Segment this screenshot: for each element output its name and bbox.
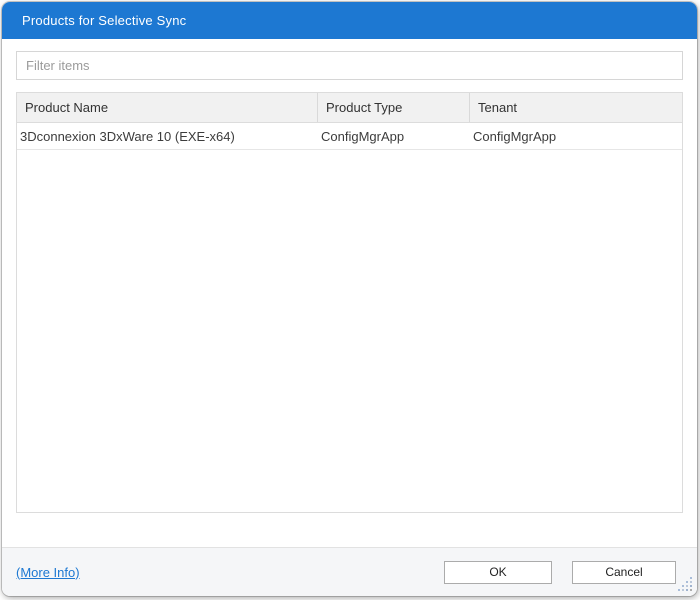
- dialog-title: Products for Selective Sync: [22, 13, 187, 28]
- dialog-content: Product Name Product Type Tenant 3Dconne…: [2, 39, 697, 547]
- products-selective-sync-dialog: Products for Selective Sync Product Name…: [2, 2, 697, 596]
- filter-input[interactable]: [16, 51, 683, 80]
- cell-tenant: ConfigMgrApp: [473, 128, 557, 144]
- dialog-titlebar[interactable]: Products for Selective Sync: [2, 2, 697, 39]
- ok-button[interactable]: OK: [444, 560, 552, 584]
- cell-product-name: 3Dconnexion 3DxWare 10 (EXE-x64): [20, 128, 235, 144]
- table-header-row: Product Name Product Type Tenant: [17, 93, 682, 123]
- column-header-product-type[interactable]: Product Type: [317, 93, 469, 122]
- products-table: Product Name Product Type Tenant 3Dconne…: [16, 92, 683, 513]
- cell-product-type: ConfigMgrApp: [321, 128, 405, 144]
- table-row[interactable]: 3Dconnexion 3DxWare 10 (EXE-x64) ConfigM…: [17, 123, 682, 150]
- resize-grip-icon[interactable]: [678, 577, 694, 593]
- column-header-product-name[interactable]: Product Name: [17, 93, 317, 122]
- column-header-tenant[interactable]: Tenant: [469, 93, 682, 122]
- cancel-button[interactable]: Cancel: [572, 560, 676, 584]
- dialog-footer: (More Info) OK Cancel: [2, 547, 697, 596]
- more-info-link[interactable]: (More Info): [16, 565, 80, 580]
